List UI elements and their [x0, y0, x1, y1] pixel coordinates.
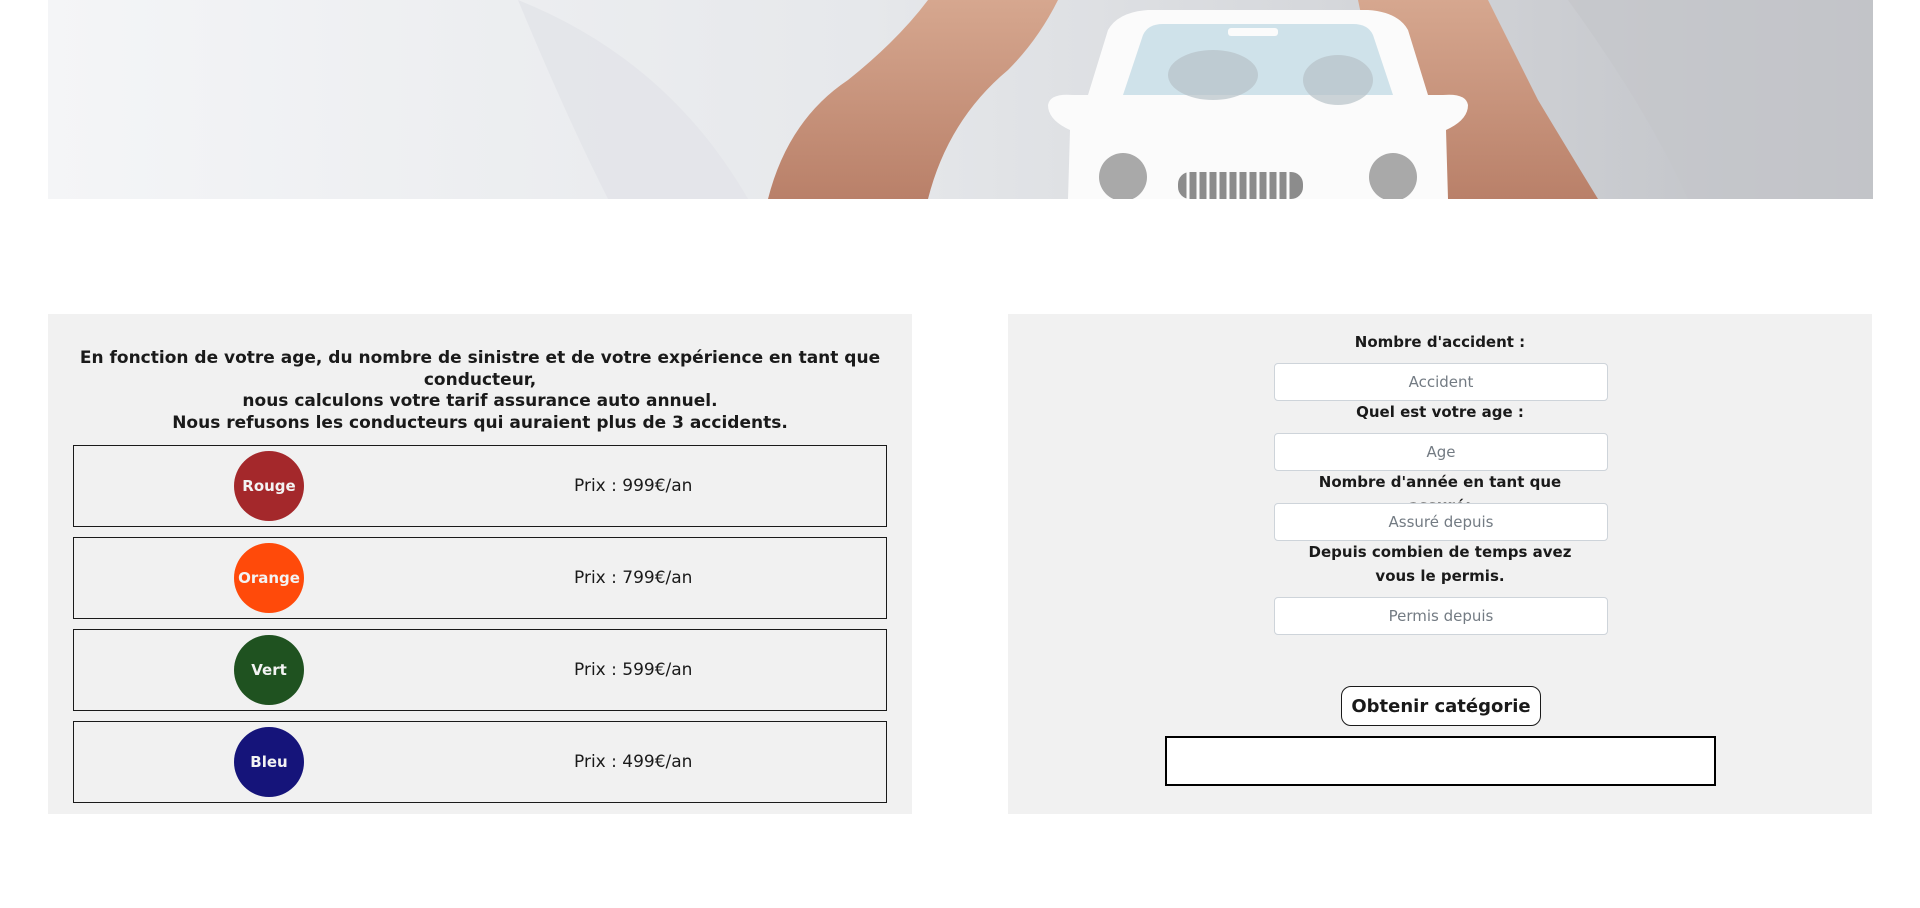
- category-row-bleu: Bleu Prix : 499€/an: [73, 721, 887, 803]
- hero-banner: [48, 0, 1873, 199]
- category-row-orange: Orange Prix : 799€/an: [73, 537, 887, 619]
- category-row-vert: Vert Prix : 599€/an: [73, 629, 887, 711]
- category-badge-orange: Orange: [234, 543, 304, 613]
- category-row-rouge: Rouge Prix : 999€/an: [73, 445, 887, 527]
- intro-text: En fonction de votre age, du nombre de s…: [48, 348, 912, 434]
- accident-label: Nombre d'accident :: [1354, 333, 1526, 351]
- age-input[interactable]: [1274, 433, 1608, 471]
- intro-line-3: Nous refusons les conducteurs qui auraie…: [172, 412, 788, 433]
- category-price-bleu: Prix : 499€/an: [574, 752, 693, 772]
- permis-input[interactable]: [1274, 597, 1608, 635]
- category-badge-rouge: Rouge: [234, 451, 304, 521]
- permis-label: Depuis combien de temps avez vous le per…: [1308, 543, 1572, 585]
- assure-input[interactable]: [1274, 503, 1608, 541]
- categories-panel: En fonction de votre age, du nombre de s…: [48, 314, 912, 814]
- intro-line-2: nous calculons votre tarif assurance aut…: [242, 391, 718, 411]
- category-price-rouge: Prix : 999€/an: [574, 476, 693, 496]
- category-price-vert: Prix : 599€/an: [574, 660, 693, 680]
- intro-line-1: En fonction de votre age, du nombre de s…: [79, 348, 881, 390]
- age-label: Quel est votre age :: [1356, 403, 1524, 421]
- category-badge-vert: Vert: [234, 635, 304, 705]
- category-price-orange: Prix : 799€/an: [574, 568, 693, 588]
- category-result-box: [1165, 736, 1716, 786]
- car-icon: [1048, 10, 1468, 199]
- category-form-panel: Nombre d'accident : Quel est votre age :…: [1008, 314, 1872, 814]
- category-badge-bleu: Bleu: [234, 727, 304, 797]
- get-category-button[interactable]: Obtenir catégorie: [1341, 686, 1541, 726]
- hands-protecting-car-image: [48, 0, 1873, 199]
- accident-input[interactable]: [1274, 363, 1608, 401]
